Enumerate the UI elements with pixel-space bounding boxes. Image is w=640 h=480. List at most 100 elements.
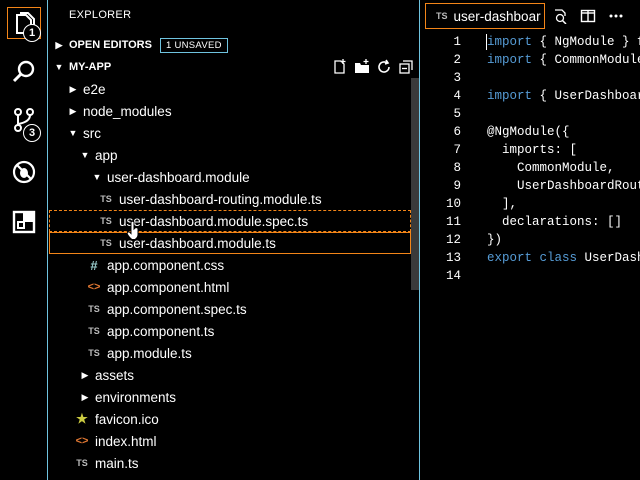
code-line: 7 imports: [	[421, 141, 640, 159]
line-text: import { CommonModule	[487, 53, 640, 67]
line-number: 7	[453, 143, 461, 157]
line-text: UserDashboardRout	[487, 179, 640, 193]
chevron-right-icon: ▶	[69, 105, 77, 116]
tree-item-label: app	[95, 147, 118, 163]
line-number: 10	[445, 197, 461, 211]
tree-item-routing-module[interactable]: TS user-dashboard-routing.module.ts	[49, 188, 411, 210]
debug-activity-button[interactable]	[0, 148, 48, 196]
tree-item-node-modules[interactable]: ▶ node_modules	[49, 100, 411, 122]
typescript-file-icon: TS	[88, 348, 100, 358]
project-header[interactable]: ▼ MY-APP	[49, 56, 420, 78]
chevron-right-icon: ▶	[81, 369, 89, 380]
line-number: 1	[453, 35, 461, 49]
line-text: ],	[487, 197, 518, 211]
editor-tab-label: user-dashboar	[453, 8, 541, 24]
line-text: import { NgModule } f	[487, 35, 640, 49]
tree-item-app-module-ts[interactable]: TS app.module.ts	[49, 342, 411, 364]
new-folder-icon[interactable]	[354, 59, 370, 75]
tree-item-app-component-css[interactable]: # app.component.css	[49, 254, 411, 276]
code-line: 4 import { UserDashboard	[421, 87, 640, 105]
typescript-file-icon: TS	[100, 216, 112, 226]
tree-item-user-dashboard-module[interactable]: ▼ user-dashboard.module	[49, 166, 411, 188]
chevron-down-icon: ▼	[80, 150, 90, 160]
activity-bar: 1 3	[0, 0, 48, 480]
text-caret	[486, 34, 487, 50]
line-text: imports: [	[487, 143, 578, 157]
explorer-badge: 1	[23, 24, 41, 42]
chevron-right-icon: ▶	[69, 83, 77, 94]
line-number: 9	[453, 179, 461, 193]
tree-item-label: node_modules	[83, 103, 172, 119]
source-control-badge: 3	[23, 124, 41, 142]
tree-item-label: e2e	[83, 81, 106, 97]
chevron-down-icon: ▼	[68, 128, 78, 138]
tree-item-src[interactable]: ▼ src	[49, 122, 411, 144]
star-icon: ★	[76, 411, 88, 426]
typescript-file-icon: TS	[100, 238, 112, 248]
tree-item-app-component-html[interactable]: <> app.component.html	[49, 276, 411, 298]
split-editor-icon[interactable]	[580, 8, 596, 24]
code-line: 2 import { CommonModule	[421, 51, 640, 69]
tree-item-app-component-ts[interactable]: TS app.component.ts	[49, 320, 411, 342]
typescript-file-icon: TS	[88, 304, 100, 314]
tree-item-app[interactable]: ▼ app	[49, 144, 411, 166]
tree-item-label: app.component.css	[107, 257, 225, 273]
tree-item-e2e[interactable]: ▶ e2e	[49, 78, 411, 100]
tree-item-module-spec[interactable]: TS user-dashboard.module.spec.ts	[49, 210, 411, 232]
code-line: 10 ],	[421, 195, 640, 213]
line-text: CommonModule,	[487, 161, 615, 175]
collapse-all-icon[interactable]	[398, 59, 414, 75]
tree-item-label: user-dashboard.module.ts	[119, 235, 276, 251]
chevron-right-icon: ▶	[55, 39, 63, 50]
line-number: 13	[445, 251, 461, 265]
tree-item-assets[interactable]: ▶ assets	[49, 364, 411, 386]
code-line: 13 export class UserDash	[421, 249, 640, 267]
tree-item-module-ts[interactable]: TS user-dashboard.module.ts	[49, 232, 411, 254]
project-label: MY-APP	[69, 61, 112, 73]
editor-tab-active[interactable]: TS user-dashboar	[425, 3, 545, 29]
tree-item-environments[interactable]: ▶ environments	[49, 386, 411, 408]
line-number: 5	[453, 107, 461, 121]
tree-item-label: user-dashboard.module.spec.ts	[119, 213, 309, 229]
html-file-icon: <>	[87, 281, 101, 293]
code-line: 11 declarations: []	[421, 213, 640, 231]
tree-item-main-ts[interactable]: TS main.ts	[49, 452, 411, 474]
tree-item-index-html[interactable]: <> index.html	[49, 430, 411, 452]
refresh-icon[interactable]	[376, 59, 392, 75]
code-line: 5	[421, 105, 640, 123]
tree-item-label: app.component.spec.ts	[107, 301, 247, 317]
tree-item-label: app.component.html	[107, 279, 230, 295]
new-file-icon[interactable]	[332, 59, 348, 75]
line-number: 4	[453, 89, 461, 103]
open-changes-icon[interactable]	[552, 8, 568, 24]
line-text: export class UserDash	[487, 251, 640, 265]
css-file-icon: #	[90, 257, 98, 273]
sidebar-scrollbar[interactable]	[411, 78, 419, 290]
line-number: 3	[453, 71, 461, 85]
tree-item-label: assets	[95, 367, 135, 383]
tree-item-label: environments	[95, 389, 177, 405]
tree-item-label: user-dashboard-routing.module.ts	[119, 191, 322, 207]
tree-item-label: index.html	[95, 433, 157, 449]
drag-hand-cursor-icon	[127, 220, 139, 240]
code-line: 6 @NgModule({	[421, 123, 640, 141]
line-number: 12	[445, 233, 461, 247]
more-actions-icon[interactable]	[608, 8, 624, 24]
line-number: 8	[453, 161, 461, 175]
code-line: 3	[421, 69, 640, 87]
extensions-activity-button[interactable]	[0, 198, 48, 246]
debug-icon	[12, 160, 36, 184]
tree-item-favicon[interactable]: ★ favicon.ico	[49, 408, 411, 430]
open-editors-header[interactable]: ▶ OPEN EDITORS 1 UNSAVED	[49, 34, 420, 56]
explorer-activity-button[interactable]: 1	[0, 0, 48, 48]
code-line: 12 })	[421, 231, 640, 249]
editor-tabbar: TS user-dashboar	[421, 0, 640, 32]
code-line: 9 UserDashboardRout	[421, 177, 640, 195]
tree-item-label: app.module.ts	[107, 345, 192, 361]
source-control-activity-button[interactable]: 3	[0, 96, 48, 144]
chevron-down-icon: ▼	[54, 62, 64, 72]
tree-item-app-component-spec[interactable]: TS app.component.spec.ts	[49, 298, 411, 320]
search-activity-button[interactable]	[0, 48, 48, 96]
line-text: declarations: []	[487, 215, 623, 229]
tree-item-label: main.ts	[95, 455, 139, 471]
